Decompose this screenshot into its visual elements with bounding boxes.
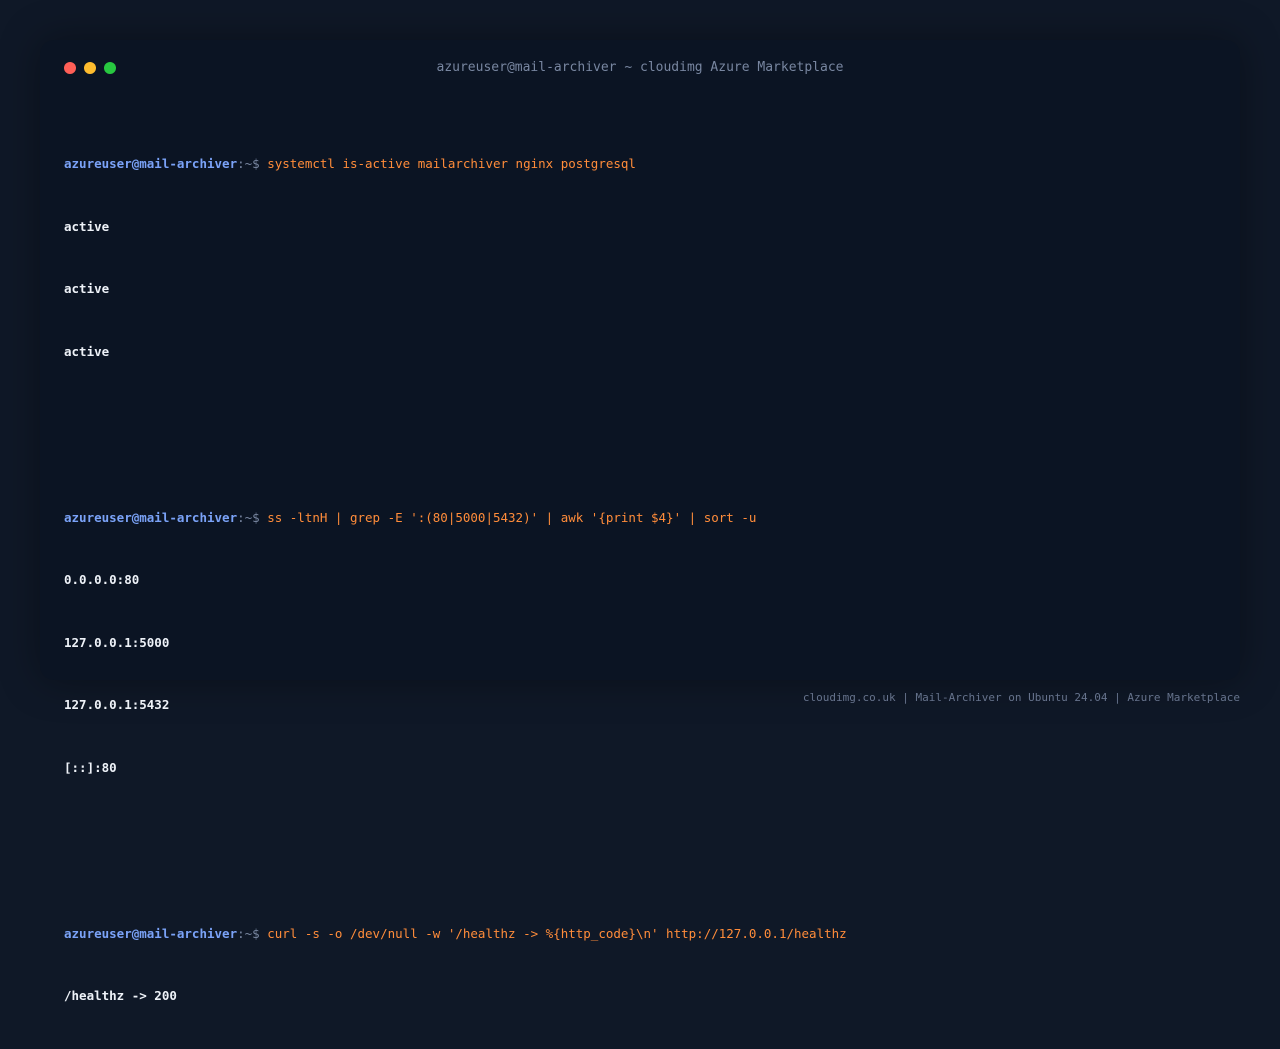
prompt-suffix: :~$ [237, 509, 268, 525]
terminal-window: azureuser@mail-archiver ~ cloudimg Azure… [40, 40, 1240, 1003]
window-title: azureuser@mail-archiver ~ cloudimg Azure… [436, 60, 844, 75]
output-line: 0.0.0.0:80 [64, 572, 140, 588]
output-line: active [64, 218, 110, 234]
command-text: curl -s -o /dev/null -w '/healthz -> %{h… [267, 925, 847, 941]
prompt-user-host: azureuser@mail-archiver [64, 925, 238, 941]
output-line: active [64, 281, 110, 297]
output-line: active [64, 343, 110, 359]
output-line: 127.0.0.1:5000 [64, 634, 170, 650]
command-line: azureuser@mail-archiver:~$ systemctl is-… [64, 154, 1216, 175]
prompt-user-host: azureuser@mail-archiver [64, 156, 238, 172]
prompt-suffix: :~$ [237, 925, 268, 941]
command-line: azureuser@mail-archiver:~$ curl -s -o /d… [64, 924, 1216, 945]
footer-caption: cloudimg.co.uk | Mail-Archiver on Ubuntu… [802, 691, 1240, 704]
output-line: /healthz -> 200 [64, 988, 177, 1004]
command-text: systemctl is-active mailarchiver nginx p… [267, 156, 636, 172]
command-text: ss -ltnH | grep -E ':(80|5000|5432)' | a… [267, 509, 757, 525]
output-line: [::]:80 [64, 759, 117, 775]
command-line: azureuser@mail-archiver:~$ ss -ltnH | gr… [64, 508, 1216, 529]
title-bar: azureuser@mail-archiver ~ cloudimg Azure… [40, 40, 1240, 96]
terminal-output[interactable]: azureuser@mail-archiver:~$ systemctl is-… [64, 92, 1216, 1049]
prompt-suffix: :~$ [237, 156, 268, 172]
prompt-user-host: azureuser@mail-archiver [64, 509, 238, 525]
